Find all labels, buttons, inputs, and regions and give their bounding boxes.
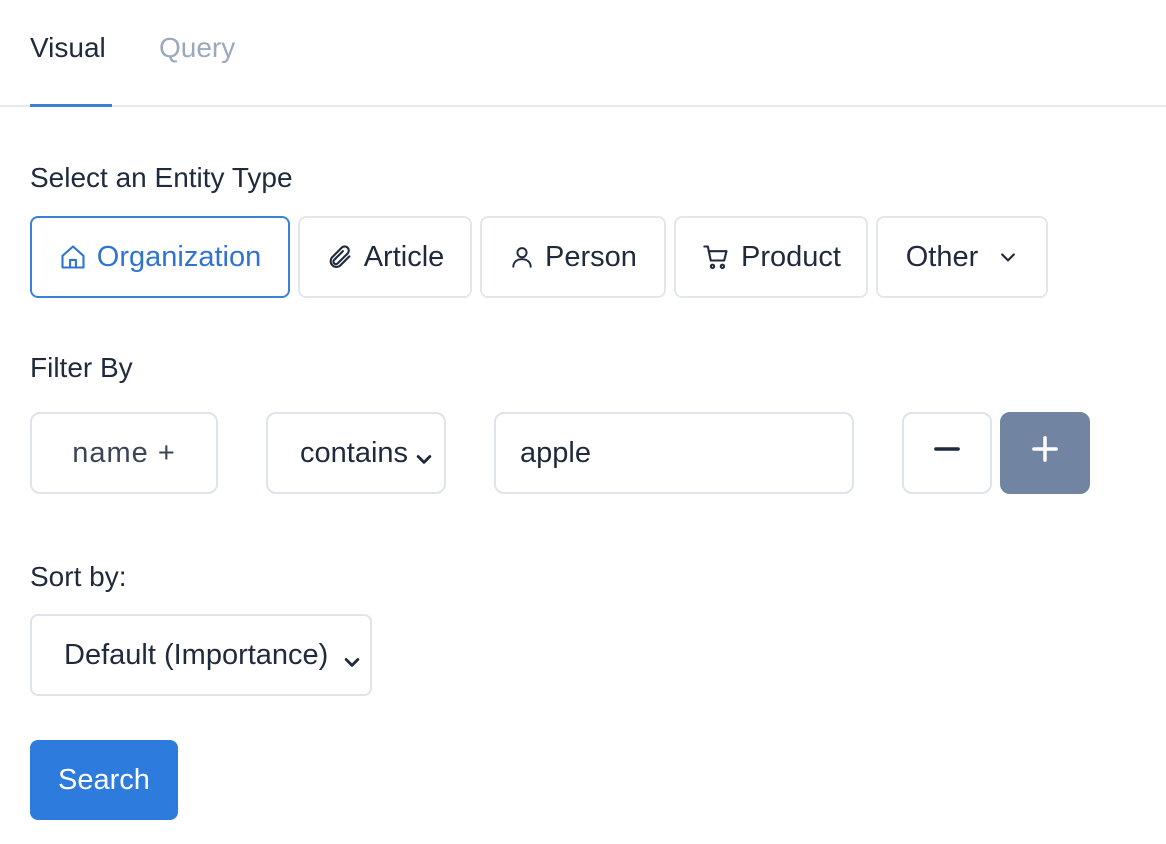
entity-option-label: Other (905, 240, 979, 273)
entity-option-article[interactable]: Article (298, 216, 472, 298)
visual-search-panel: Visual Query Select an Entity Type Organ… (0, 0, 1166, 844)
entity-option-organization[interactable]: Organization (30, 216, 290, 298)
plus-icon (1031, 435, 1059, 471)
chevron-down-icon (414, 444, 434, 477)
home-icon (59, 243, 87, 271)
entity-option-label: Person (545, 240, 637, 273)
entity-option-person[interactable]: Person (480, 216, 666, 298)
paperclip-icon (326, 243, 354, 271)
entity-option-other[interactable]: Other (876, 216, 1048, 298)
entity-option-label: Product (741, 240, 841, 273)
chevron-down-icon (342, 647, 362, 680)
entity-type-label: Select an Entity Type (30, 162, 293, 193)
sort-by-label: Sort by: (30, 561, 127, 592)
cart-icon (701, 243, 731, 271)
sort-select[interactable]: Default (Importance) (30, 614, 372, 696)
remove-filter-button[interactable] (902, 412, 992, 494)
active-tab-indicator (30, 104, 112, 107)
tab-bar: Visual Query (0, 0, 1166, 107)
filter-by-label: Filter By (30, 352, 133, 383)
minus-icon (933, 435, 961, 471)
operator-value: contains (300, 436, 409, 469)
filter-field-selector[interactable]: name + (30, 412, 218, 494)
sort-value: Default (Importance) (64, 638, 329, 671)
filter-value-text: apple (520, 436, 591, 469)
entity-option-label: Article (363, 240, 445, 273)
person-icon (509, 243, 535, 271)
tab-query[interactable]: Query (159, 30, 235, 66)
filter-value-input[interactable]: apple (494, 412, 854, 494)
filter-operator-select[interactable]: contains (266, 412, 446, 494)
entity-option-label: Organization (96, 240, 262, 273)
tab-visual[interactable]: Visual (30, 30, 106, 66)
entity-option-product[interactable]: Product (674, 216, 868, 298)
add-filter-button[interactable] (1000, 412, 1090, 494)
chevron-down-icon (998, 247, 1018, 267)
search-button[interactable]: Search (30, 740, 178, 820)
